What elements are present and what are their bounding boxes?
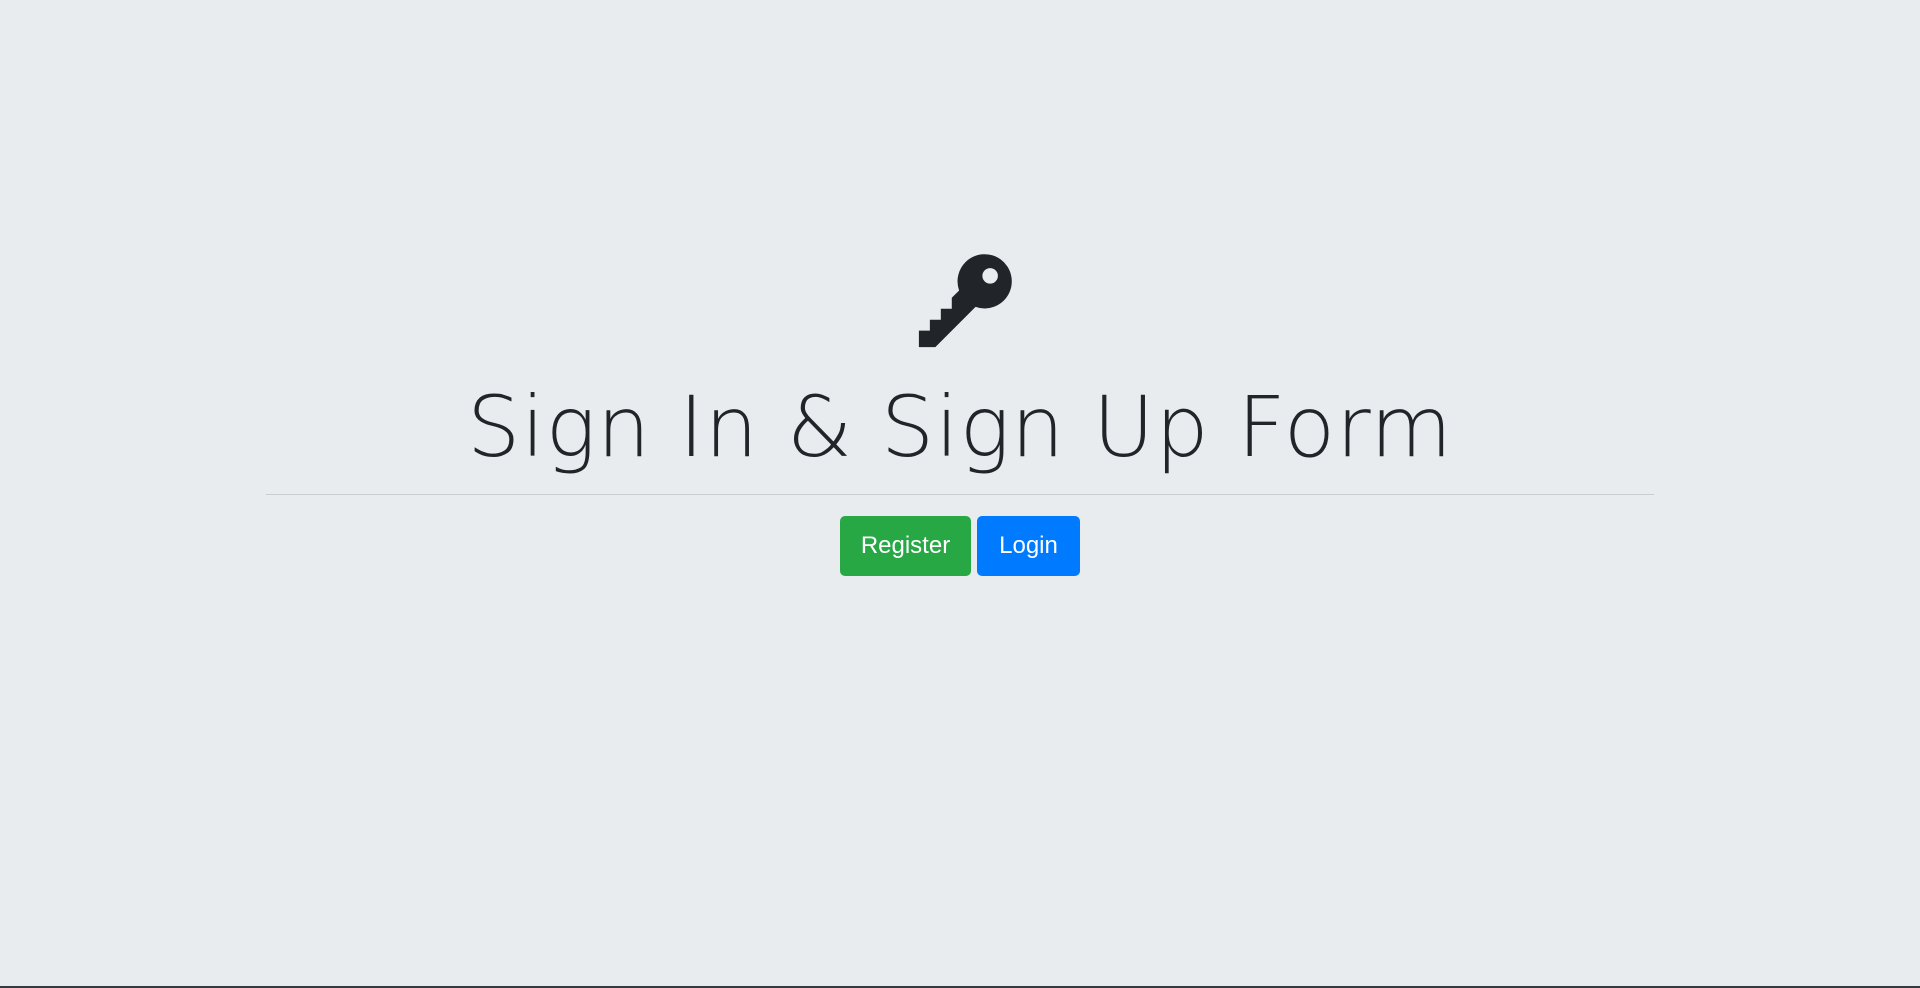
login-button[interactable]: Login (977, 516, 1080, 576)
hero-panel: Sign In & Sign Up Form Register Login (0, 0, 1920, 986)
key-icon (898, 244, 1022, 368)
divider (266, 494, 1654, 495)
page-title: Sign In & Sign Up Form (466, 378, 1454, 476)
register-button[interactable]: Register (840, 516, 971, 576)
auth-buttons: Register Login (840, 516, 1080, 576)
